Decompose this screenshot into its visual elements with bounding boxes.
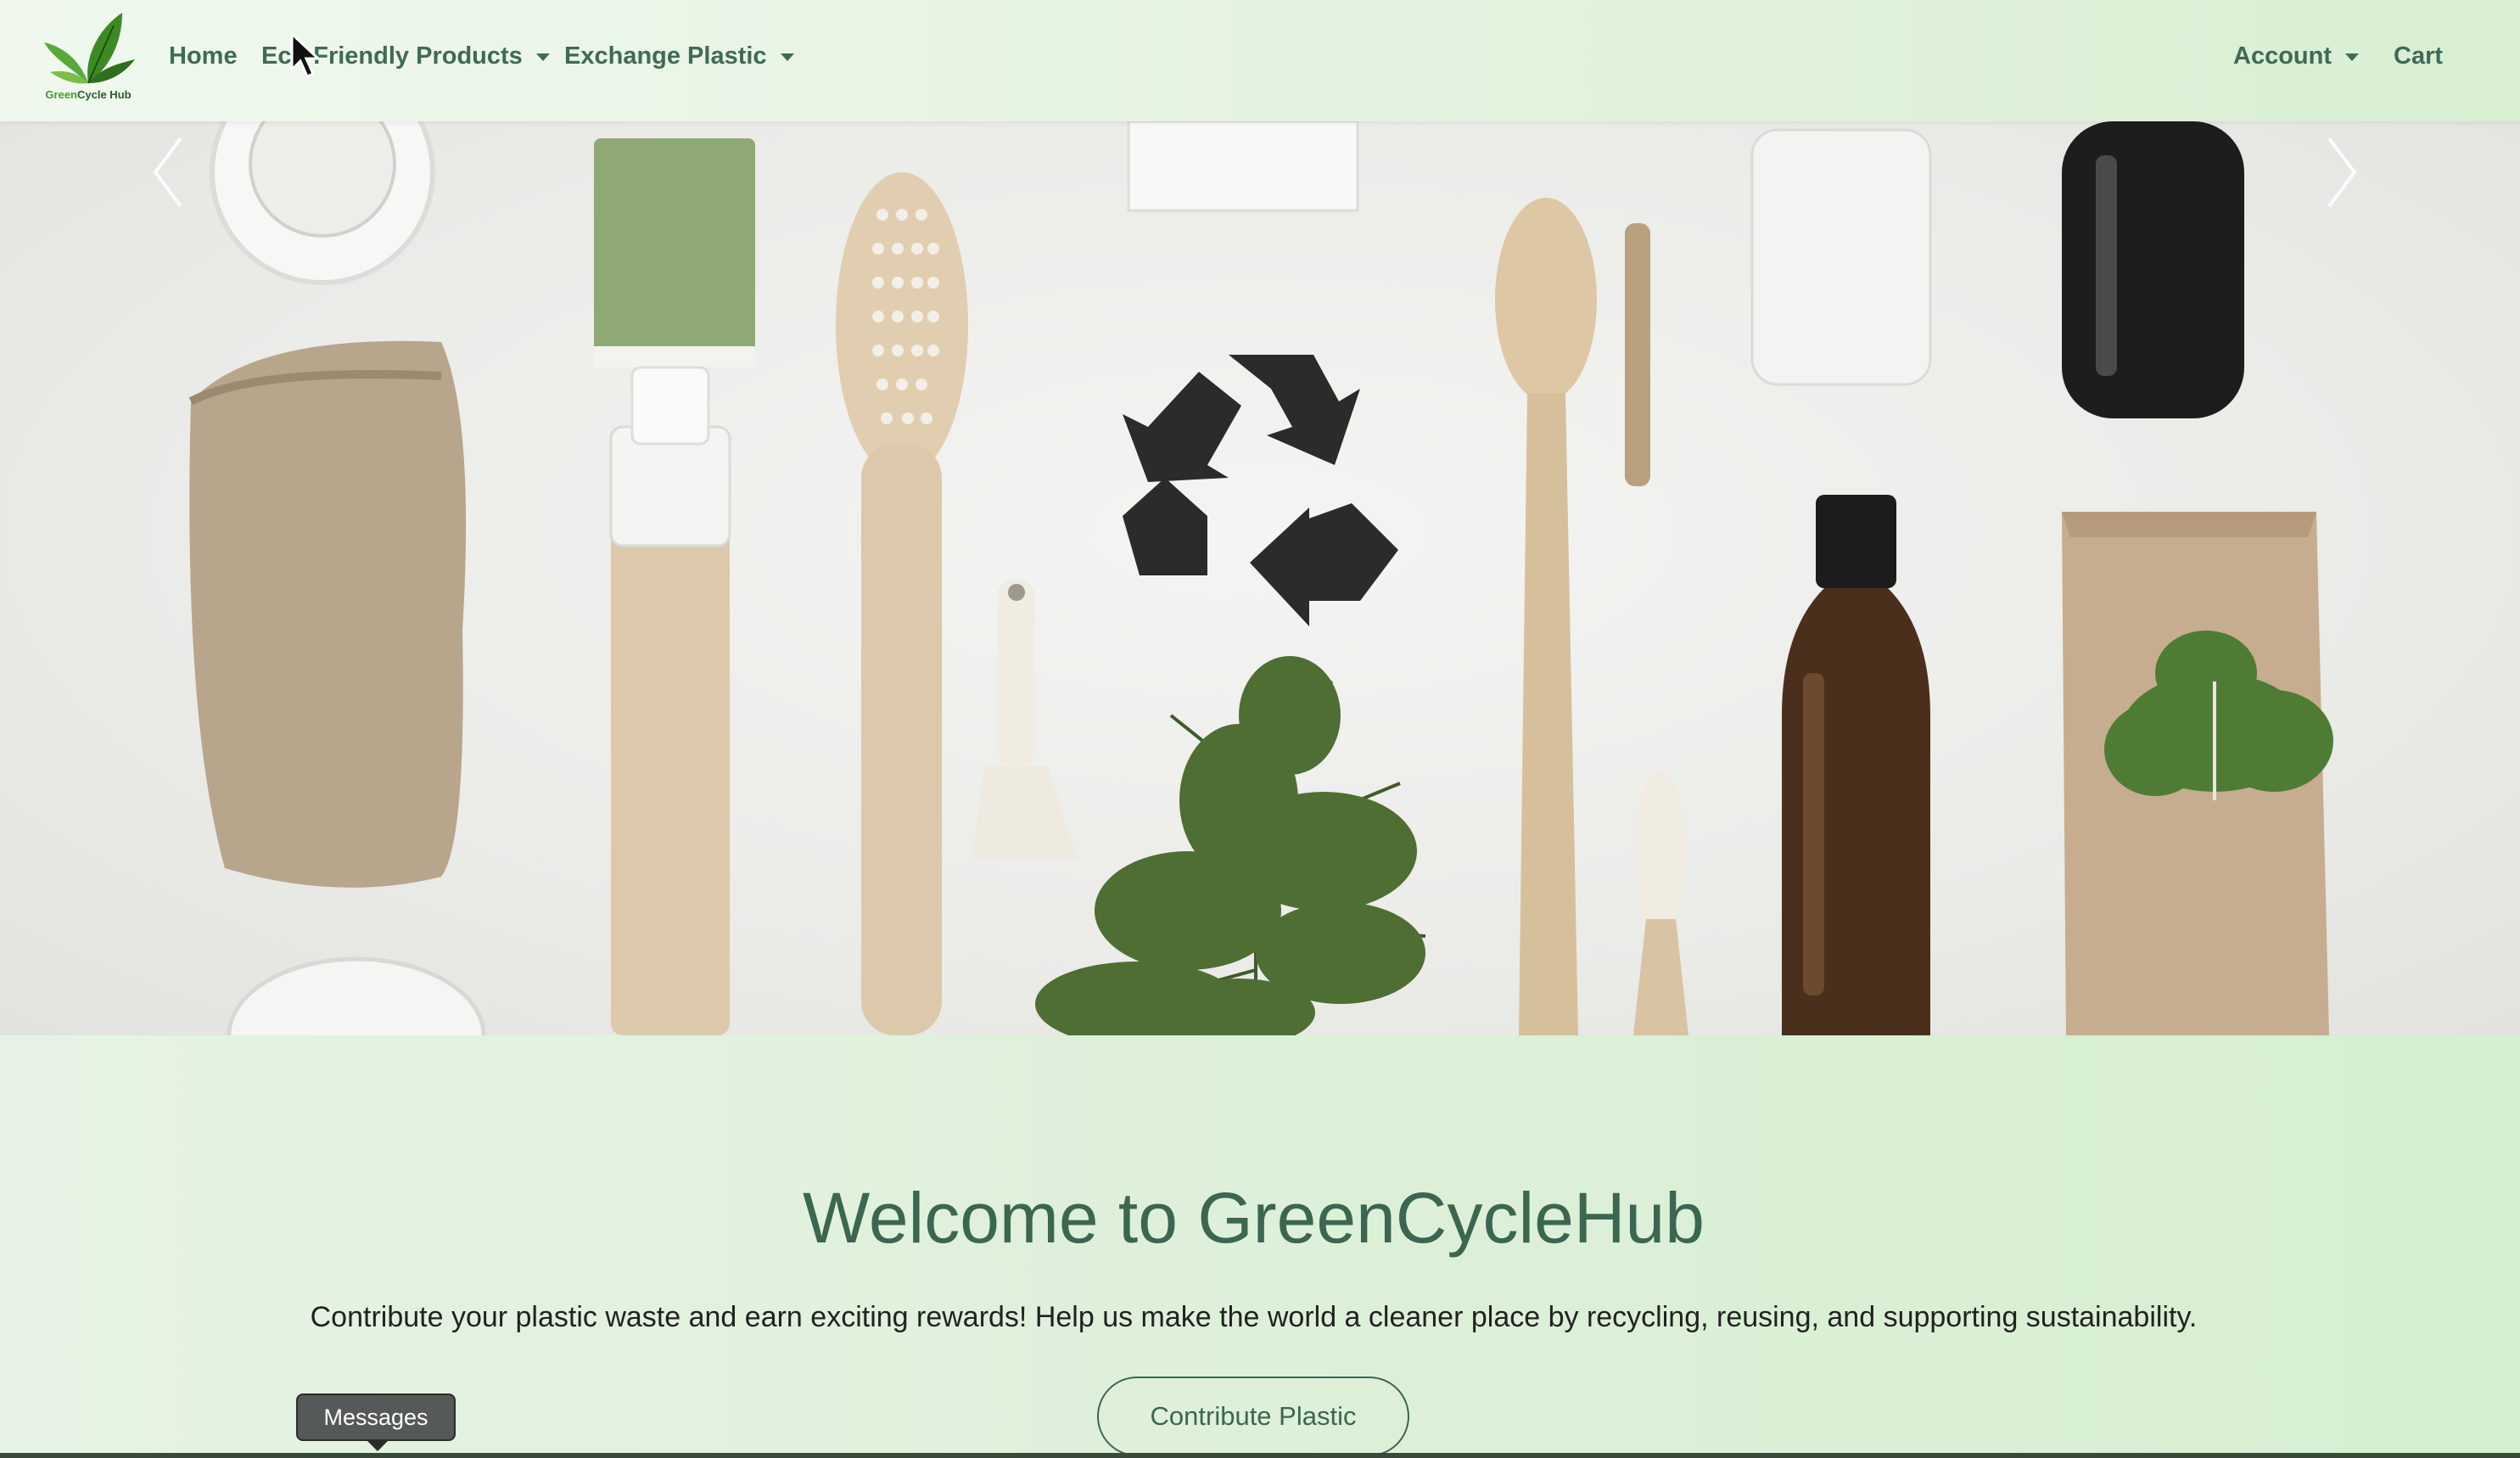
brand-logo[interactable]: GreenCycle Hub [37, 8, 139, 106]
hero-image [188, 121, 2333, 1035]
welcome-subtitle: Contribute your plastic waste and earn e… [310, 1301, 2198, 1333]
logo-text: GreenCycle Hub [45, 88, 132, 101]
contribute-plastic-button[interactable]: Contribute Plastic [1097, 1377, 1409, 1456]
mouse-cursor-icon [290, 32, 321, 78]
carousel-next-button[interactable] [2316, 121, 2367, 223]
caret-down-icon [535, 53, 550, 61]
caret-down-icon [780, 53, 794, 61]
nav-account[interactable]: Account [2233, 39, 2359, 73]
nav-exchange-label: Exchange Plastic [564, 42, 767, 70]
nav-account-label: Account [2233, 42, 2332, 70]
nav-cart[interactable]: Cart [2394, 39, 2443, 73]
window-bottom-edge [0, 1453, 2520, 1458]
leaf-logo-icon [44, 13, 135, 84]
nav-exchange-plastic[interactable]: Exchange Plastic [564, 39, 794, 73]
hero-carousel [0, 121, 2520, 1035]
navbar: GreenCycle Hub Home Eco Friendly Product… [0, 0, 2520, 121]
messages-tooltip: Messages [296, 1394, 456, 1451]
caret-down-icon [2345, 53, 2359, 61]
nav-home[interactable]: Home [169, 39, 238, 73]
welcome-title: Welcome to GreenCycleHub [803, 1178, 1705, 1258]
carousel-prev-button[interactable] [143, 121, 193, 223]
